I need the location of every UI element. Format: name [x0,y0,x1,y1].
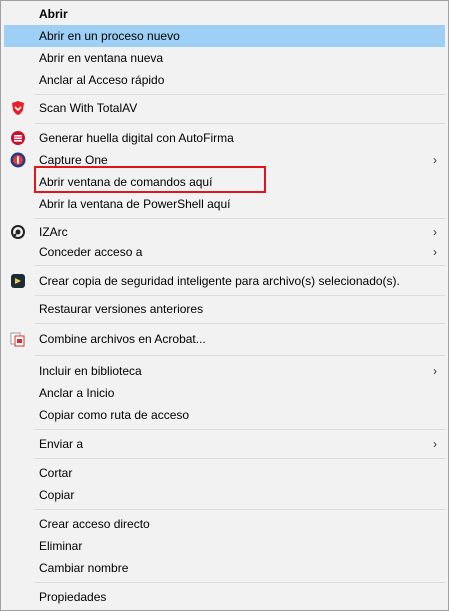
menu-item-scan-totalav[interactable]: Scan With TotalAV [4,97,445,119]
chevron-right-icon: › [433,364,437,378]
menu-item-incluir-biblioteca[interactable]: Incluir en biblioteca › [4,360,445,382]
totalav-shield-icon [10,100,26,116]
context-menu: Abrir Abrir en un proceso nuevo Abrir en… [0,0,449,611]
menu-item-cambiar-nombre[interactable]: Cambiar nombre [4,557,445,579]
capture-one-icon [10,152,26,168]
menu-item-copiar[interactable]: Copiar [4,484,445,506]
menu-item-label: Conceder acceso a [39,245,143,259]
menu-item-abrir[interactable]: Abrir [4,3,445,25]
menu-item-crear-copia-seguridad[interactable]: Crear copia de seguridad inteligente par… [4,270,445,292]
separator [35,265,445,266]
menu-item-label: Abrir [39,7,68,21]
menu-item-copiar-ruta[interactable]: Copiar como ruta de acceso [4,404,445,426]
menu-item-label: Copiar [39,488,75,502]
menu-item-crear-acceso-directo[interactable]: Crear acceso directo [4,513,445,535]
menu-item-label: Copiar como ruta de acceso [39,408,190,422]
separator [35,94,445,95]
separator [35,123,445,124]
menu-item-label: Generar huella digital con AutoFirma [39,131,234,145]
menu-item-anclar-acceso-rapido[interactable]: Anclar al Acceso rápido [4,69,445,91]
separator [35,458,445,459]
menu-item-label: Propiedades [39,590,107,604]
separator [35,218,445,219]
menu-item-label: Scan With TotalAV [39,101,138,115]
chevron-right-icon: › [433,437,437,451]
menu-item-label: IZArc [39,225,68,239]
menu-item-label: Abrir en ventana nueva [39,51,164,65]
autofirma-icon [10,130,26,146]
separator [35,582,445,583]
chevron-right-icon: › [433,245,437,259]
separator [35,323,445,324]
menu-item-label: Enviar a [39,437,84,451]
izarc-icon [10,224,26,240]
menu-item-label: Incluir en biblioteca [39,364,142,378]
menu-item-abrir-proceso-nuevo[interactable]: Abrir en un proceso nuevo [4,25,445,47]
menu-item-label: Anclar al Acceso rápido [39,73,165,87]
menu-item-label: Restaurar versiones anteriores [39,302,204,316]
menu-item-label: Cambiar nombre [39,561,129,575]
menu-item-label: Anclar a Inicio [39,386,115,400]
menu-item-izarc[interactable]: IZArc › [4,221,445,243]
menu-item-autofirma[interactable]: Generar huella digital con AutoFirma [4,127,445,149]
chevron-right-icon: › [433,225,437,239]
menu-item-conceder-acceso[interactable]: Conceder acceso a › [4,241,445,263]
menu-item-anclar-inicio[interactable]: Anclar a Inicio [4,382,445,404]
separator [35,295,445,296]
menu-item-label: Crear acceso directo [39,517,150,531]
menu-item-eliminar[interactable]: Eliminar [4,535,445,557]
menu-item-restaurar-versiones[interactable]: Restaurar versiones anteriores [4,298,445,320]
menu-item-label: Cortar [39,466,73,480]
highlight-outline [34,166,266,193]
menu-item-label: Crear copia de seguridad inteligente par… [39,274,400,288]
menu-item-label: Combine archivos en Acrobat... [39,332,206,346]
menu-item-combine-acrobat[interactable]: Combine archivos en Acrobat... [4,328,445,350]
separator [35,429,445,430]
menu-item-label: Abrir la ventana de PowerShell aquí [39,197,231,211]
acrobat-icon [10,331,26,347]
menu-item-label: Abrir en un proceso nuevo [39,29,180,43]
chevron-right-icon: › [433,153,437,167]
menu-item-cortar[interactable]: Cortar [4,462,445,484]
menu-item-abrir-powershell[interactable]: Abrir la ventana de PowerShell aquí [4,193,445,215]
menu-item-enviar-a[interactable]: Enviar a › [4,433,445,455]
menu-item-abrir-ventana-nueva[interactable]: Abrir en ventana nueva [4,47,445,69]
menu-item-propiedades[interactable]: Propiedades [4,586,445,608]
backup-icon [10,273,26,289]
separator [35,509,445,510]
menu-item-label: Eliminar [39,539,83,553]
separator [35,355,445,356]
